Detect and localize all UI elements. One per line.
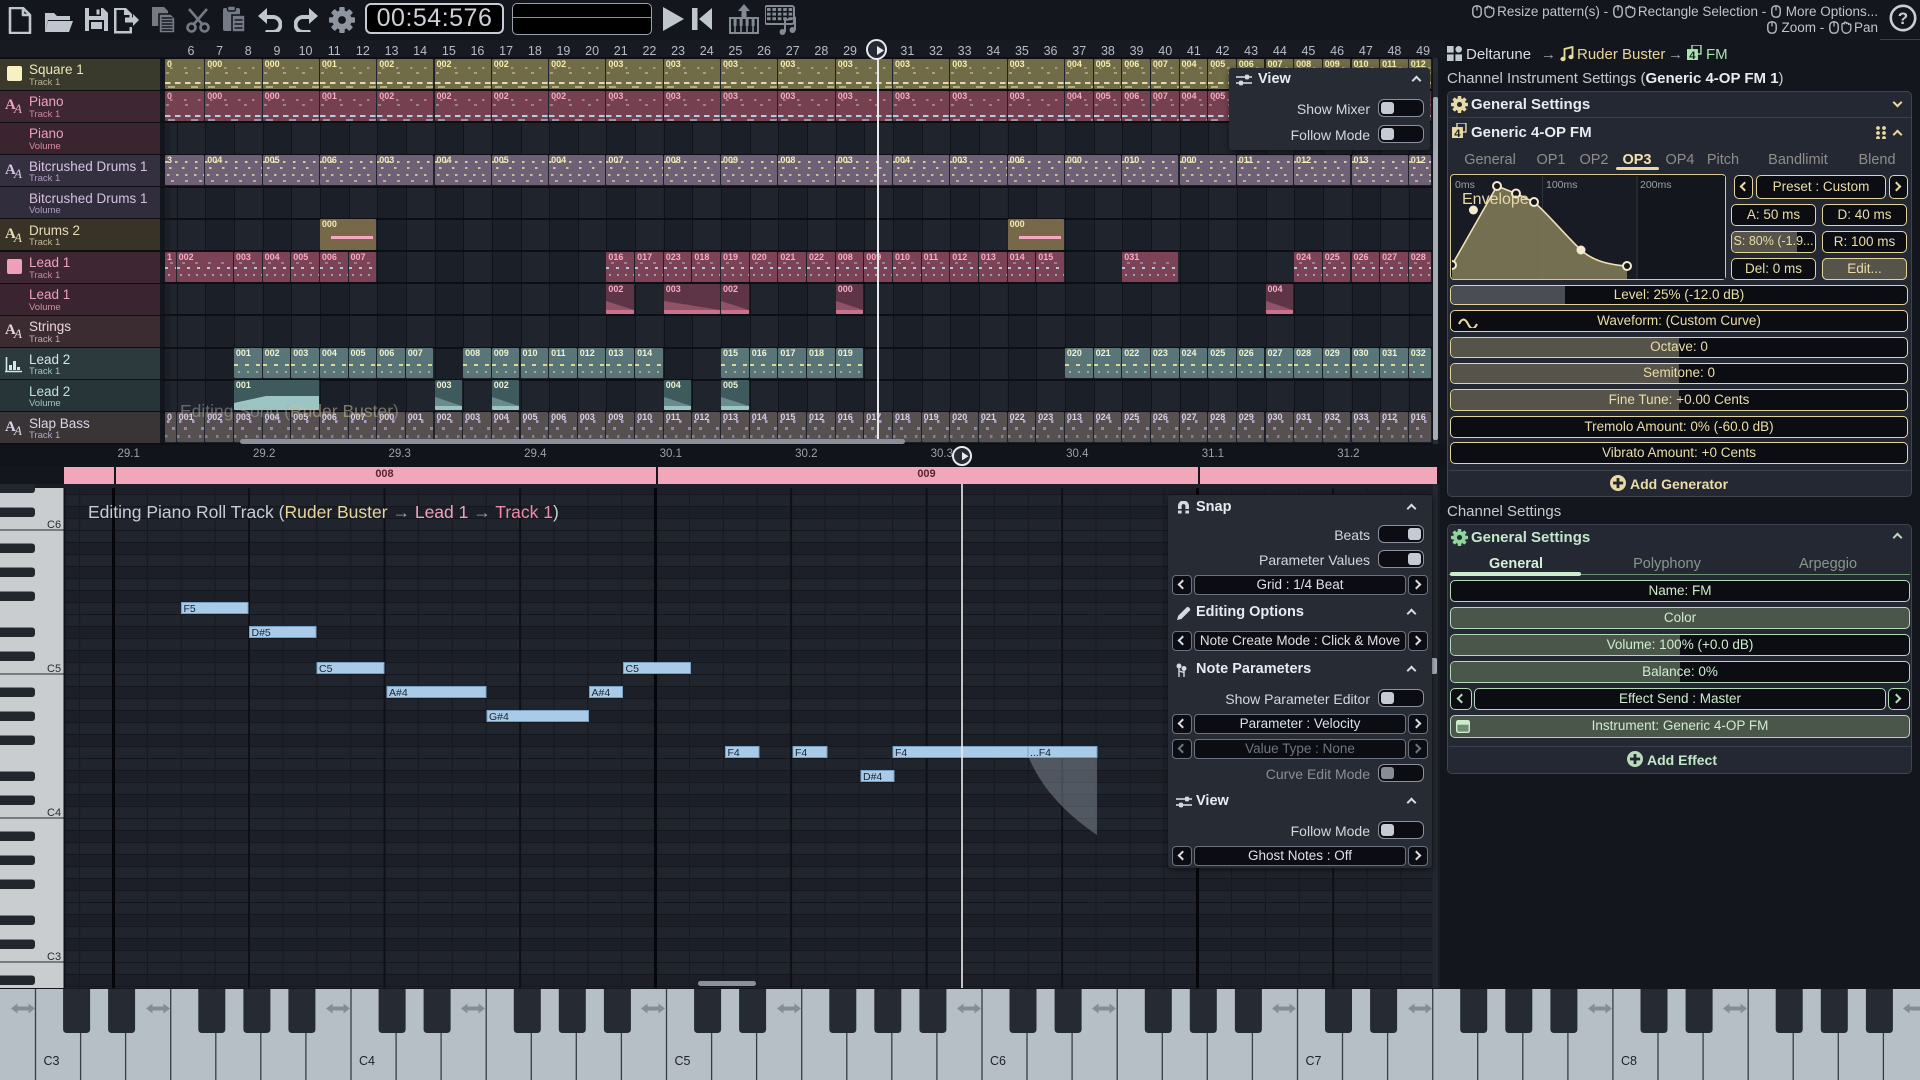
svg-text:C5: C5 [319, 663, 333, 675]
svg-text:?: ? [1898, 9, 1908, 28]
svg-text:C8: C8 [1621, 1054, 1637, 1068]
svg-text:C3: C3 [44, 1054, 60, 1068]
svg-text:F4: F4 [728, 747, 740, 759]
svg-text:F5: F5 [184, 603, 196, 615]
svg-text:C4: C4 [47, 807, 61, 819]
svg-text:200ms: 200ms [1640, 179, 1672, 191]
svg-text:C7: C7 [1306, 1054, 1322, 1068]
svg-text:C4: C4 [359, 1054, 375, 1068]
svg-text:4: 4 [1689, 50, 1696, 62]
svg-text:G#4: G#4 [489, 711, 509, 723]
svg-text:D#5: D#5 [252, 627, 271, 639]
svg-text:A#4: A#4 [592, 687, 611, 699]
svg-text:C6: C6 [47, 519, 61, 531]
svg-text:C5: C5 [675, 1054, 691, 1068]
svg-text:...F4: ...F4 [1030, 747, 1051, 759]
svg-text:100ms: 100ms [1546, 179, 1578, 191]
svg-text:D#4: D#4 [863, 771, 882, 783]
svg-text:C6: C6 [990, 1054, 1006, 1068]
svg-text:0ms: 0ms [1455, 179, 1475, 191]
svg-text:F4: F4 [795, 747, 807, 759]
svg-text:C3: C3 [47, 951, 61, 963]
svg-text:F4: F4 [895, 747, 907, 759]
svg-text:C5: C5 [47, 663, 61, 675]
svg-text:4: 4 [1454, 128, 1461, 140]
svg-text:C5: C5 [626, 663, 640, 675]
svg-text:A#4: A#4 [389, 687, 408, 699]
svg-text:Envelope: Envelope [1462, 191, 1529, 208]
